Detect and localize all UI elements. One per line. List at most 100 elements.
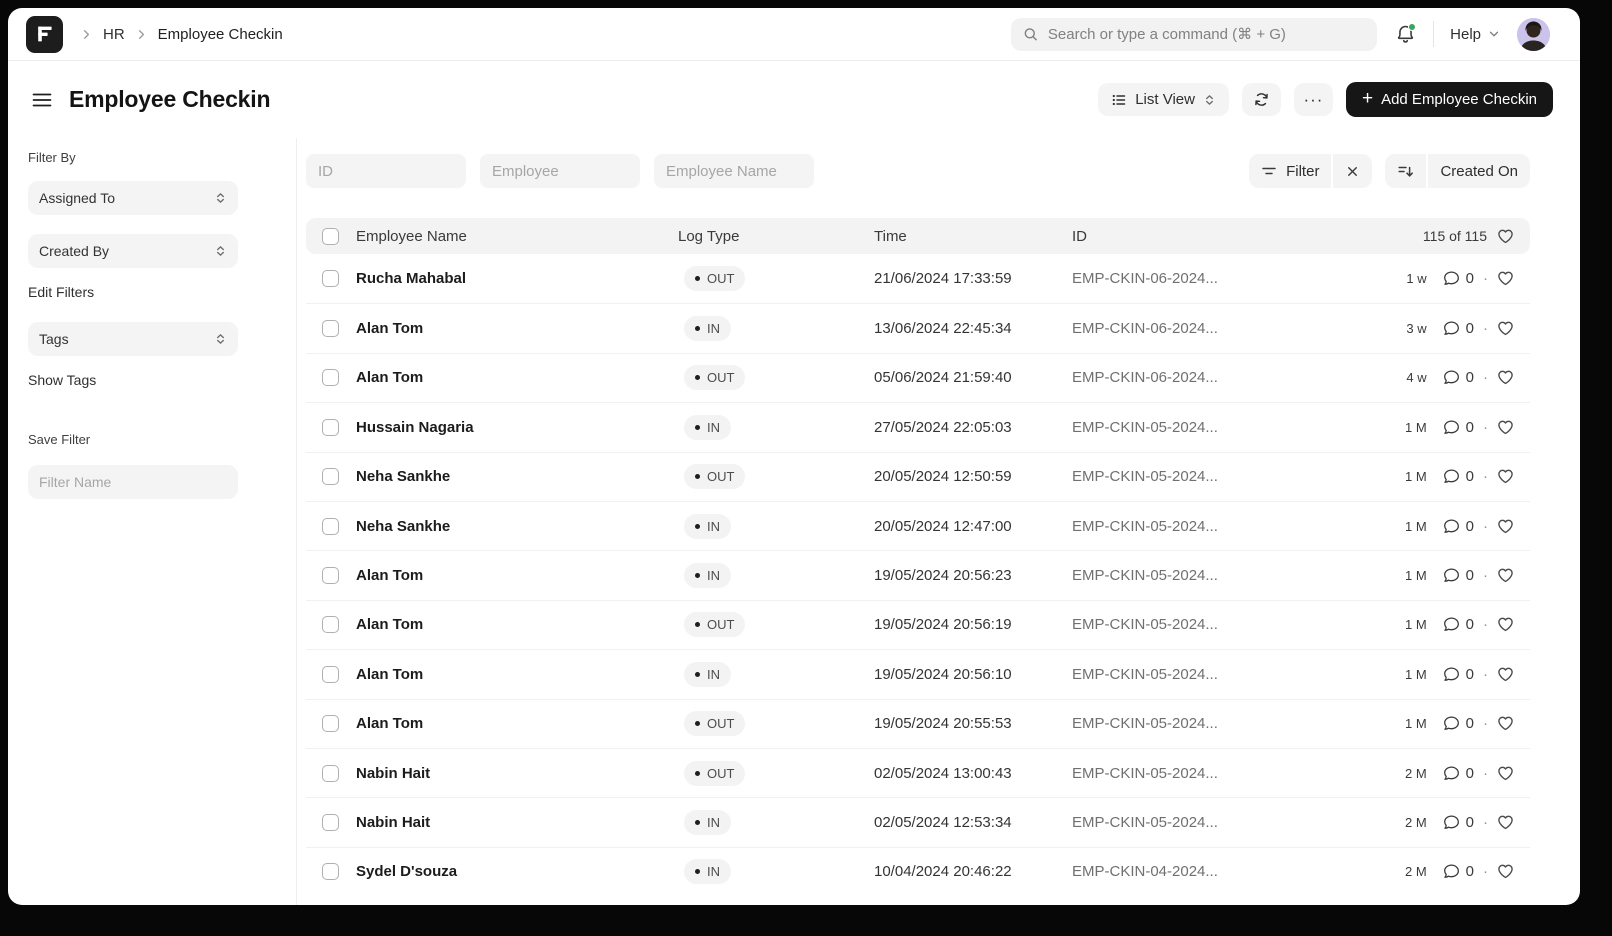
row-checkbox[interactable] <box>322 518 339 535</box>
sort-field-button[interactable]: Created On <box>1428 154 1530 188</box>
comments-button[interactable]: 0 <box>1443 814 1474 831</box>
table-row[interactable]: Alan Tom OUT 05/06/2024 21:59:40 EMP-CKI… <box>306 353 1530 402</box>
like-button[interactable] <box>1497 666 1514 683</box>
row-checkbox[interactable] <box>322 814 339 831</box>
like-button[interactable] <box>1497 616 1514 633</box>
like-filter-icon[interactable] <box>1497 228 1514 245</box>
like-button[interactable] <box>1497 765 1514 782</box>
employee-filter-input[interactable] <box>480 154 640 188</box>
global-search[interactable] <box>1011 18 1377 51</box>
row-checkbox[interactable] <box>322 567 339 584</box>
table-row[interactable]: Alan Tom OUT 19/05/2024 20:55:53 EMP-CKI… <box>306 699 1530 748</box>
edit-filters-link[interactable]: Edit Filters <box>28 284 94 300</box>
comments-button[interactable]: 0 <box>1443 863 1474 880</box>
like-button[interactable] <box>1497 567 1514 584</box>
employee-name-cell[interactable]: Alan Tom <box>356 369 678 386</box>
table-row[interactable]: Neha Sankhe OUT 20/05/2024 12:50:59 EMP-… <box>306 452 1530 501</box>
employee-name-cell[interactable]: Alan Tom <box>356 320 678 337</box>
heart-icon <box>1497 518 1514 535</box>
employee-name-cell[interactable]: Neha Sankhe <box>356 518 678 535</box>
comments-button[interactable]: 0 <box>1443 320 1474 337</box>
row-checkbox[interactable] <box>322 320 339 337</box>
notifications-button[interactable] <box>1393 22 1417 46</box>
employee-name-cell[interactable]: Hussain Nagaria <box>356 419 678 436</box>
record-count[interactable]: 115 of 115 <box>1423 228 1487 244</box>
like-button[interactable] <box>1497 419 1514 436</box>
employee-name-cell[interactable]: Alan Tom <box>356 715 678 732</box>
add-employee-checkin-button[interactable]: + Add Employee Checkin <box>1346 82 1553 117</box>
table-row[interactable]: Neha Sankhe IN 20/05/2024 12:47:00 EMP-C… <box>306 501 1530 550</box>
row-checkbox[interactable] <box>322 616 339 633</box>
like-button[interactable] <box>1497 320 1514 337</box>
like-button[interactable] <box>1497 863 1514 880</box>
comments-button[interactable]: 0 <box>1443 765 1474 782</box>
table-row[interactable]: Sydel D'souza IN 10/04/2024 20:46:22 EMP… <box>306 847 1530 896</box>
table-row[interactable]: Alan Tom IN 19/05/2024 20:56:10 EMP-CKIN… <box>306 649 1530 698</box>
more-options-button[interactable]: ··· <box>1294 83 1333 116</box>
id-filter-input[interactable] <box>306 154 466 188</box>
table-row[interactable]: Alan Tom IN 13/06/2024 22:45:34 EMP-CKIN… <box>306 303 1530 352</box>
view-switcher-button[interactable]: List View <box>1098 83 1229 116</box>
sidebar-toggle-icon[interactable] <box>30 88 54 112</box>
filter-name-input[interactable] <box>28 465 238 499</box>
row-checkbox[interactable] <box>322 715 339 732</box>
employee-name-cell[interactable]: Nabin Hait <box>356 814 678 831</box>
log-type-dot-icon <box>695 869 700 874</box>
employee-name-cell[interactable]: Alan Tom <box>356 616 678 633</box>
like-button[interactable] <box>1497 814 1514 831</box>
like-button[interactable] <box>1497 270 1514 287</box>
frappe-logo[interactable] <box>26 16 63 53</box>
row-checkbox[interactable] <box>322 369 339 386</box>
employee-name-cell[interactable]: Neha Sankhe <box>356 468 678 485</box>
row-checkbox[interactable] <box>322 270 339 287</box>
employee-name-cell[interactable]: Rucha Mahabal <box>356 270 678 287</box>
comments-button[interactable]: 0 <box>1443 369 1474 386</box>
like-button[interactable] <box>1497 369 1514 386</box>
search-input[interactable] <box>1048 26 1365 43</box>
show-tags-link[interactable]: Show Tags <box>28 372 96 388</box>
comments-button[interactable]: 0 <box>1443 468 1474 485</box>
select-all-checkbox[interactable] <box>322 228 339 245</box>
comments-button[interactable]: 0 <box>1443 715 1474 732</box>
row-age: 1 M <box>1400 420 1427 435</box>
comments-button[interactable]: 0 <box>1443 666 1474 683</box>
refresh-button[interactable] <box>1242 83 1281 116</box>
tags-select[interactable]: Tags <box>28 322 238 356</box>
table-row[interactable]: Hussain Nagaria IN 27/05/2024 22:05:03 E… <box>306 402 1530 451</box>
row-checkbox[interactable] <box>322 765 339 782</box>
breadcrumb-item-employee-checkin[interactable]: Employee Checkin <box>158 26 283 43</box>
table-row[interactable]: Rucha Mahabal OUT 21/06/2024 17:33:59 EM… <box>306 254 1530 303</box>
employee-name-cell[interactable]: Alan Tom <box>356 666 678 683</box>
table-row[interactable]: Nabin Hait IN 02/05/2024 12:53:34 EMP-CK… <box>306 797 1530 846</box>
row-checkbox[interactable] <box>322 468 339 485</box>
like-button[interactable] <box>1497 518 1514 535</box>
table-row[interactable]: Nabin Hait OUT 02/05/2024 13:00:43 EMP-C… <box>306 748 1530 797</box>
employee-name-cell[interactable]: Alan Tom <box>356 567 678 584</box>
assigned-to-select[interactable]: Assigned To <box>28 181 238 215</box>
employee-name-filter-input[interactable] <box>654 154 814 188</box>
clear-filter-button[interactable] <box>1333 154 1372 188</box>
comments-button[interactable]: 0 <box>1443 419 1474 436</box>
log-type-label: OUT <box>707 766 734 781</box>
employee-name-cell[interactable]: Nabin Hait <box>356 765 678 782</box>
row-checkbox[interactable] <box>322 863 339 880</box>
filter-button[interactable]: Filter <box>1249 154 1331 188</box>
user-avatar[interactable] <box>1517 18 1550 51</box>
like-button[interactable] <box>1497 715 1514 732</box>
comments-button[interactable]: 0 <box>1443 616 1474 633</box>
sort-direction-button[interactable] <box>1385 154 1426 188</box>
created-by-select[interactable]: Created By <box>28 234 238 268</box>
breadcrumb-item-hr[interactable]: HR <box>103 26 125 43</box>
comments-button[interactable]: 0 <box>1443 270 1474 287</box>
help-menu[interactable]: Help <box>1450 26 1501 43</box>
row-checkbox[interactable] <box>322 419 339 436</box>
comments-button[interactable]: 0 <box>1443 567 1474 584</box>
like-button[interactable] <box>1497 468 1514 485</box>
table-row[interactable]: Alan Tom IN 19/05/2024 20:56:23 EMP-CKIN… <box>306 550 1530 599</box>
log-type-badge: OUT <box>684 711 745 736</box>
table-row[interactable]: Alan Tom OUT 19/05/2024 20:56:19 EMP-CKI… <box>306 600 1530 649</box>
log-type-badge: IN <box>684 810 731 835</box>
employee-name-cell[interactable]: Sydel D'souza <box>356 863 678 880</box>
row-checkbox[interactable] <box>322 666 339 683</box>
comments-button[interactable]: 0 <box>1443 518 1474 535</box>
